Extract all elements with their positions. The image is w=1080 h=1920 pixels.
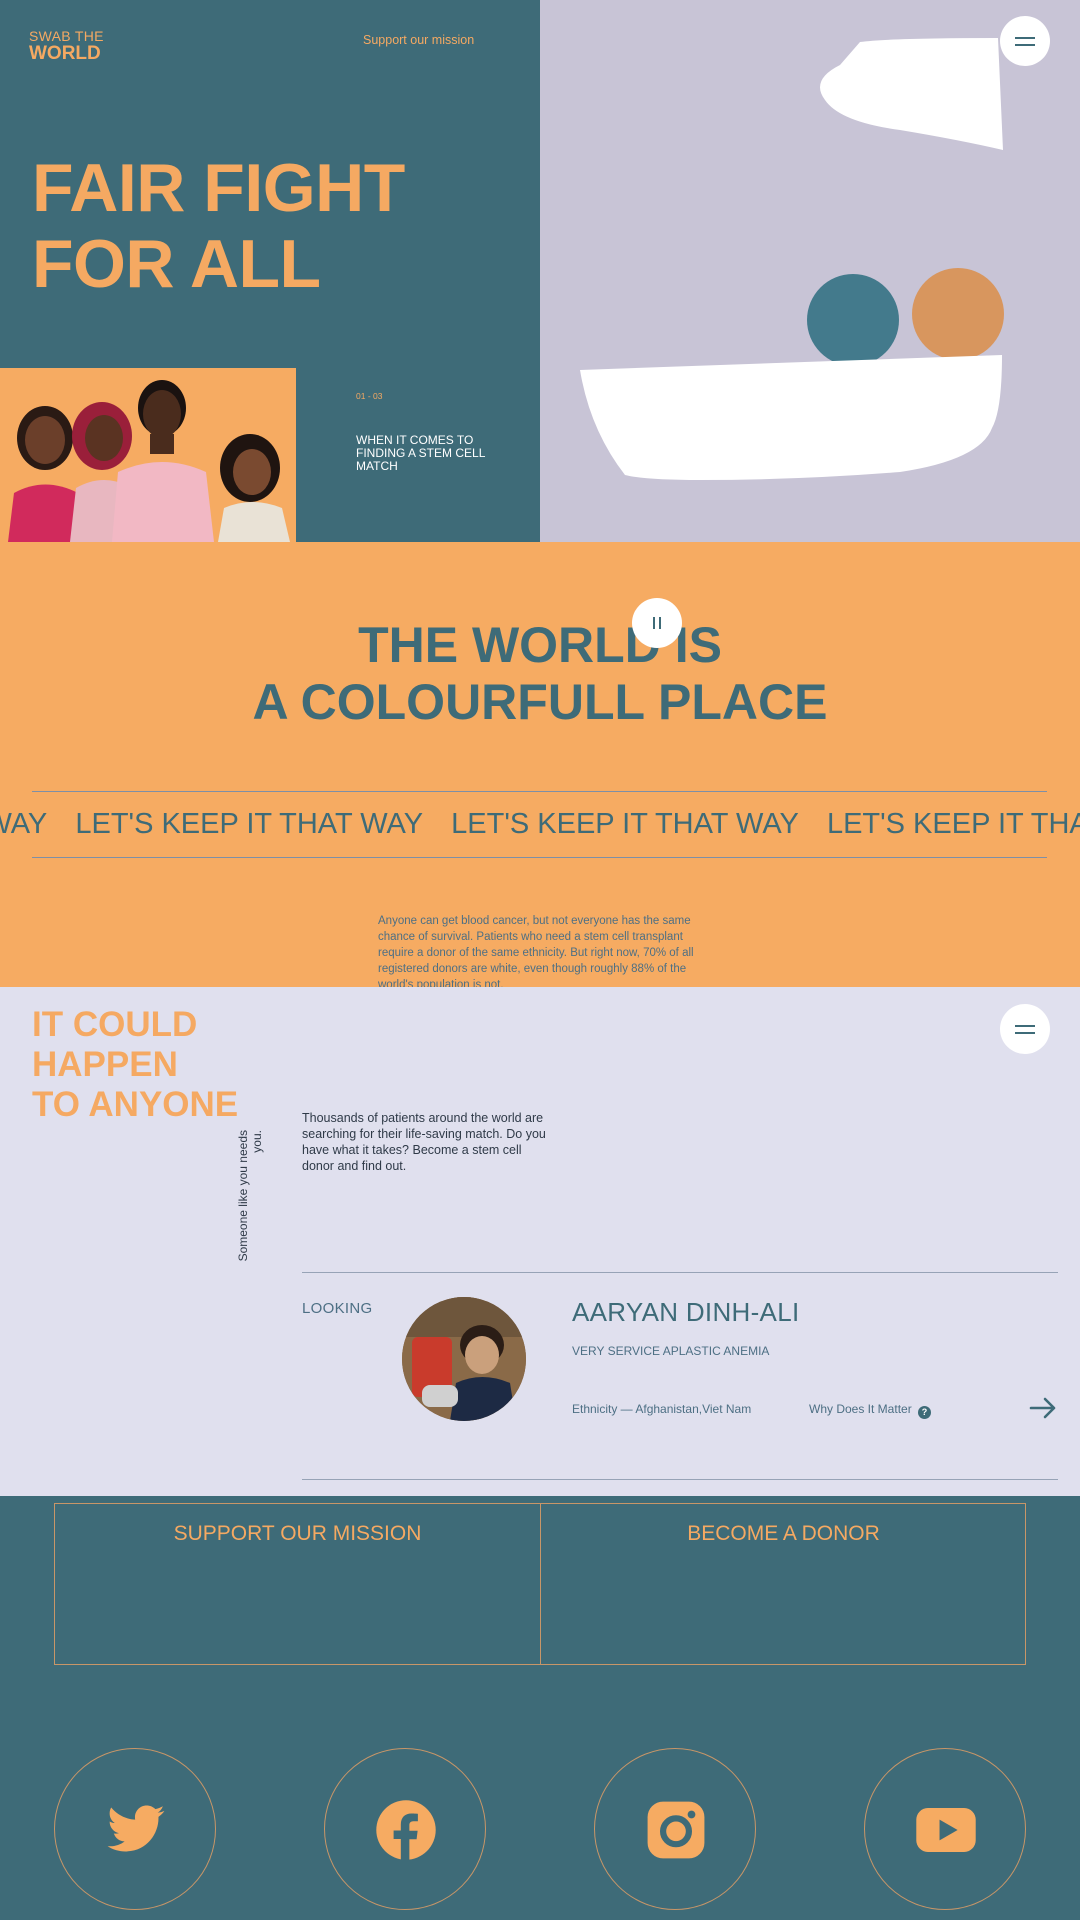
colourful-title-line-2: A COLOURFULL PLACE xyxy=(252,674,828,730)
marquee-bottom-divider xyxy=(32,857,1047,858)
marquee-top-divider xyxy=(32,791,1047,792)
survival-body-copy: Anyone can get blood cancer, but not eve… xyxy=(378,915,694,987)
menu-button[interactable] xyxy=(1000,16,1050,66)
support-mission-link[interactable]: Support our mission xyxy=(363,33,474,47)
arrow-right-icon xyxy=(1029,1397,1056,1419)
hero-title: FAIR FIGHT FOR ALL xyxy=(32,150,405,302)
facebook-link[interactable] xyxy=(324,1748,486,1910)
instagram-link[interactable] xyxy=(594,1748,756,1910)
hero-group-photo xyxy=(0,368,296,542)
patient-ethnicity: Ethnicity — Afghanistan,Viet Nam xyxy=(572,1402,752,1416)
marquee-item: LET'S KEEP IT THAT xyxy=(826,808,1080,840)
anyone-body-copy: Thousands of patients around the world a… xyxy=(302,1111,546,1173)
hamburger-menu-icon xyxy=(1015,1032,1035,1034)
logo-line-2: WORLD xyxy=(29,43,101,64)
youtube-icon xyxy=(916,1808,976,1852)
looking-label: LOOKING xyxy=(302,1300,373,1317)
slide-counter: 01 - 03 xyxy=(356,391,383,401)
marquee-item: AT WAY xyxy=(0,808,48,840)
cta-box: SUPPORT OUR MISSION BECOME A DONOR xyxy=(54,1503,1026,1665)
hero-section: SWAB THE WORLD Support our mission FAIR … xyxy=(0,0,1080,542)
become-donor-cta[interactable]: BECOME A DONOR xyxy=(541,1522,1026,1546)
youtube-link[interactable] xyxy=(864,1748,1026,1910)
anyone-title-line-1: IT COULD xyxy=(32,1005,198,1044)
marquee-item: LET'S KEEP IT THAT WAY xyxy=(75,808,424,840)
anyone-title: IT COULD HAPPEN TO ANYONE xyxy=(32,1005,238,1125)
hero-left-panel: SWAB THE WORLD Support our mission FAIR … xyxy=(0,0,540,542)
pause-icon xyxy=(659,617,661,629)
colourful-title-line-1: THE WORLD IS xyxy=(358,617,722,673)
vertical-tagline: Someone like you needs you. xyxy=(236,1130,264,1262)
twitter-link[interactable] xyxy=(54,1748,216,1910)
logo-line-1: SWAB THE xyxy=(29,28,104,44)
instagram-icon xyxy=(647,1801,705,1859)
patient-top-divider xyxy=(302,1272,1058,1273)
anyone-section: IT COULD HAPPEN TO ANYONE Someone like y… xyxy=(0,987,1080,1496)
patient-avatar xyxy=(402,1297,526,1421)
question-icon: ? xyxy=(918,1406,932,1419)
slide-caption: WHEN IT COMES TO FINDING A STEM CELL MAT… xyxy=(356,433,485,473)
site-logo[interactable]: SWAB THE WORLD xyxy=(29,29,104,63)
colourful-title: THE WORLD IS A COLOURFULL PLACE xyxy=(0,617,1080,731)
menu-button[interactable] xyxy=(1000,1004,1050,1054)
anyone-title-line-3: TO ANYONE xyxy=(32,1085,239,1124)
footer: SUPPORT OUR MISSION BECOME A DONOR xyxy=(0,1496,1080,1920)
why-does-it-matter-link[interactable]: Why Does It Matter ? xyxy=(809,1402,932,1419)
marquee-item: LET'S KEEP IT THAT WAY xyxy=(451,808,799,840)
support-mission-cta[interactable]: SUPPORT OUR MISSION xyxy=(55,1522,540,1546)
facebook-icon xyxy=(376,1800,436,1861)
hamburger-menu-icon xyxy=(1015,37,1035,39)
patient-condition: VERY SERVICE APLASTIC ANEMIA xyxy=(572,1344,770,1358)
colourful-section: THE WORLD IS A COLOURFULL PLACE AT WAY L… xyxy=(0,542,1080,987)
group-photo-illustration xyxy=(0,368,296,542)
hamburger-menu-icon xyxy=(1015,44,1035,46)
hamburger-menu-icon xyxy=(1015,1025,1035,1027)
hero-right-panel xyxy=(540,0,1080,542)
hero-title-line-1: FAIR FIGHT xyxy=(32,150,405,226)
twitter-icon xyxy=(107,1805,165,1852)
marquee-ticker: AT WAY LET'S KEEP IT THAT WAY LET'S KEEP… xyxy=(0,807,1080,841)
patient-bottom-divider xyxy=(302,1479,1058,1480)
patient-name: AARYAN DINH-ALI xyxy=(572,1297,800,1327)
why-label: Why Does It Matter xyxy=(809,1402,912,1416)
hero-title-line-2: FOR ALL xyxy=(32,226,321,302)
anyone-title-line-2: HAPPEN xyxy=(32,1045,178,1084)
next-patient-button[interactable] xyxy=(1028,1393,1058,1423)
patient-photo xyxy=(402,1297,526,1421)
pause-button[interactable] xyxy=(632,598,682,648)
pause-icon xyxy=(653,617,655,629)
abstract-illustration xyxy=(580,38,1004,480)
